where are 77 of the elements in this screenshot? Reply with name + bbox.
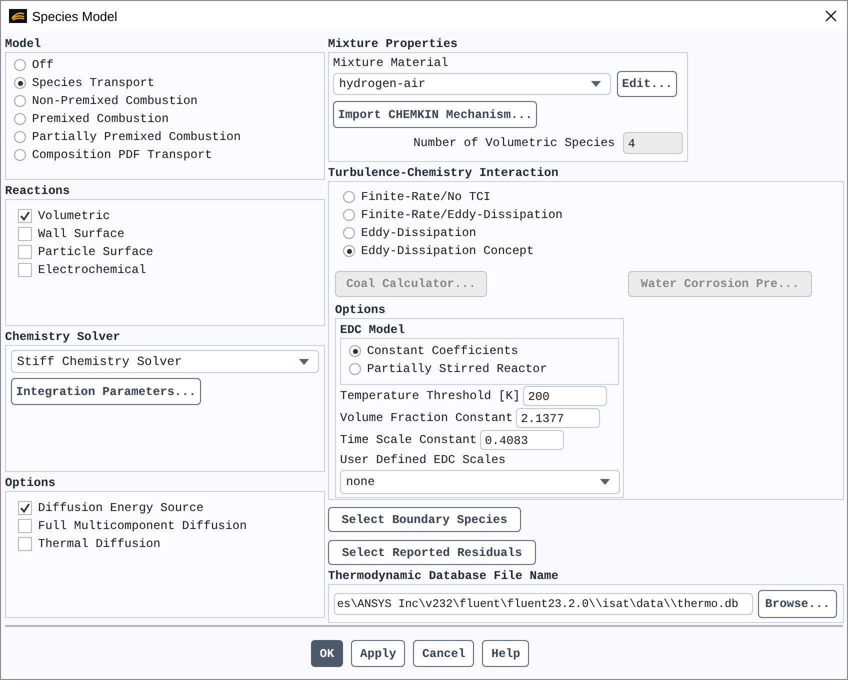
option-label: Eddy-Dissipation Concept — [361, 244, 534, 258]
option-label: Wall Surface — [38, 227, 124, 241]
radio-button[interactable] — [349, 345, 361, 357]
option-label: Off — [32, 58, 54, 72]
field-label: Temperature Threshold [K] — [340, 389, 520, 403]
dialog-button[interactable]: Help — [482, 640, 530, 667]
caret-icon — [591, 81, 601, 87]
checkbox[interactable] — [18, 209, 32, 223]
window-title: Species Model — [32, 8, 118, 24]
section-heading: Thermodynamic Database File Name — [328, 569, 560, 583]
radio-button[interactable] — [14, 59, 26, 71]
caret-icon — [600, 479, 610, 485]
option-label: Finite-Rate/Eddy-Dissipation — [361, 208, 563, 222]
option-label: Diffusion Energy Source — [38, 501, 204, 515]
option-label: Partially Stirred Reactor — [367, 362, 548, 376]
option-label: Thermal Diffusion — [38, 537, 160, 551]
solver-dropdown[interactable]: Stiff Chemistry Solver — [11, 350, 319, 373]
select-reported-residuals-button[interactable]: Select Reported Residuals — [328, 540, 536, 565]
browse-button[interactable]: Browse... — [758, 590, 837, 618]
option-label: Finite-Rate/No TCI — [361, 190, 491, 204]
file-path-field[interactable]: es\ANSYS Inc\v232\fluent\fluent23.2.0\\isat\data\\thermo.db — [334, 592, 754, 614]
checkbox[interactable] — [18, 519, 32, 533]
radio-button[interactable] — [14, 149, 26, 161]
dialog-button[interactable]: Cancel — [413, 640, 474, 667]
option-label: Particle Surface — [38, 245, 154, 259]
option-label: Species Transport — [32, 76, 154, 90]
option-label: Premixed Combustion — [32, 112, 169, 126]
section-heading: Options — [335, 303, 386, 317]
app-logo-icon — [9, 9, 27, 23]
section-heading: Mixture Properties — [328, 37, 459, 51]
radio-button[interactable] — [343, 245, 355, 257]
radio-button[interactable] — [14, 77, 26, 89]
edc-scales-dropdown[interactable]: none — [340, 470, 620, 494]
radio-button[interactable] — [349, 363, 361, 375]
option-label: Eddy-Dissipation — [361, 226, 476, 240]
section-heading: Chemistry Solver — [5, 330, 122, 344]
integration-parameters-button[interactable]: Integration Parameters... — [11, 378, 202, 405]
close-icon[interactable] — [825, 10, 837, 22]
option-label: Constant Coefficients — [367, 344, 518, 358]
input-field[interactable]: 2.1377 — [516, 408, 600, 428]
option-label: Partially Premixed Combustion — [32, 130, 241, 144]
input-field[interactable]: 0.4083 — [480, 430, 564, 450]
checkbox[interactable] — [18, 245, 32, 259]
select-boundary-species-button[interactable]: Select Boundary Species — [328, 507, 521, 532]
import-chemkin-button[interactable]: Import CHEMKIN Mechanism... — [333, 101, 538, 128]
checkbox[interactable] — [18, 501, 32, 515]
section-heading: EDC Model — [340, 323, 406, 337]
field-label: Number of Volumetric Species — [413, 136, 615, 150]
checkbox[interactable] — [18, 227, 32, 241]
species-count-field[interactable]: 4 — [623, 132, 683, 154]
field-label: Time Scale Constant — [340, 433, 477, 447]
radio-button[interactable] — [14, 113, 26, 125]
radio-button[interactable] — [343, 209, 355, 221]
checkbox[interactable] — [18, 263, 32, 277]
option-label: Electrochemical — [38, 263, 146, 277]
checkbox[interactable] — [18, 537, 32, 551]
radio-button[interactable] — [14, 131, 26, 143]
field-label: Volume Fraction Constant — [340, 411, 513, 425]
section-heading: Model — [5, 37, 42, 51]
dialog-button[interactable]: Apply — [351, 640, 406, 667]
section-heading: Turbulence-Chemistry Interaction — [328, 166, 560, 180]
field-label: User Defined EDC Scales — [340, 452, 507, 468]
edit-button[interactable]: Edit... — [617, 71, 678, 97]
option-label: Composition PDF Transport — [32, 148, 212, 162]
option-label: Non-Premixed Combustion — [32, 94, 198, 108]
radio-button[interactable] — [14, 95, 26, 107]
caret-icon — [299, 358, 309, 364]
radio-button[interactable] — [343, 191, 355, 203]
option-label: Volumetric — [38, 209, 110, 223]
option-label: Full Multicomponent Diffusion — [38, 519, 247, 533]
dialog-button[interactable]: OK — [310, 640, 344, 667]
section-heading: Options — [5, 476, 56, 490]
radio-button[interactable] — [343, 227, 355, 239]
input-field[interactable]: 200 — [523, 386, 608, 406]
field-label: Mixture Material — [333, 55, 450, 71]
material-dropdown[interactable]: hydrogen-air — [333, 73, 611, 95]
section-heading: Reactions — [5, 184, 71, 198]
